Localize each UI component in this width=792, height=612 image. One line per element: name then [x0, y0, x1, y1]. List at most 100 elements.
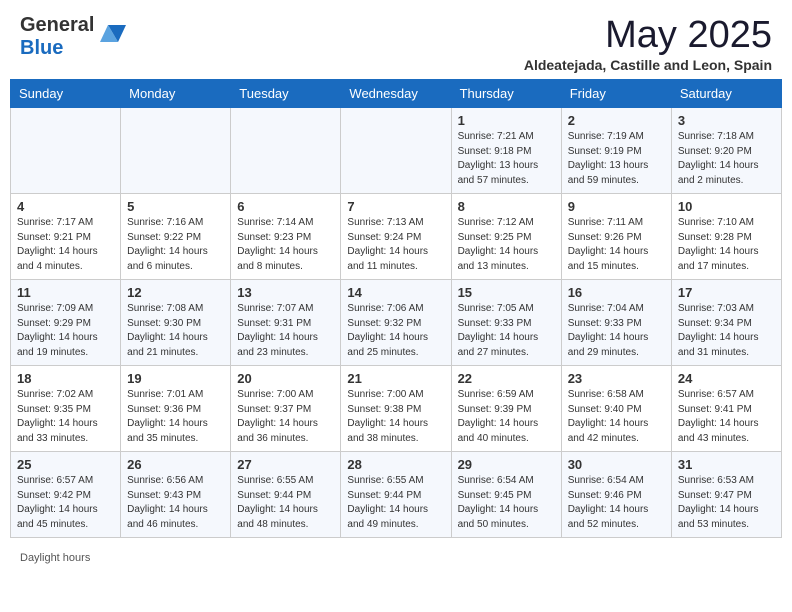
day-info: Sunrise: 6:55 AM Sunset: 9:44 PM Dayligh…: [237, 474, 334, 532]
day-number: 14: [347, 285, 444, 300]
day-info: Sunrise: 7:18 AM Sunset: 9:20 PM Dayligh…: [678, 130, 775, 188]
day-number: 16: [568, 285, 665, 300]
calendar-day: 16 Sunrise: 7:04 AM Sunset: 9:33 PM Dayli…: [561, 280, 671, 366]
month-title: May 2025: [524, 14, 772, 57]
day-number: 21: [347, 371, 444, 386]
day-info: Sunrise: 6:56 AM Sunset: 9:43 PM Dayligh…: [127, 474, 224, 532]
calendar-day: 10 Sunrise: 7:10 AM Sunset: 9:28 PM Dayli…: [671, 194, 781, 280]
calendar-day: 23Sunrise: 6:58 AM Sunset: 9:40 PM Dayli…: [561, 366, 671, 452]
calendar-wrapper: SundayMondayTuesdayWednesdayThursdayFrid…: [0, 79, 792, 548]
day-number: 13: [237, 285, 334, 300]
day-number: 15: [458, 285, 555, 300]
calendar-day: 2Sunrise: 7:19 AM Sunset: 9:19 PM Daylig…: [561, 108, 671, 194]
weekday-header: Saturday: [671, 80, 781, 108]
day-info: Sunrise: 6:57 AM Sunset: 9:42 PM Dayligh…: [17, 474, 114, 532]
calendar-day: 30 Sunrise: 6:54 AM Sunset: 9:46 PM Dayli…: [561, 452, 671, 538]
day-info: Sunrise: 6:59 AM Sunset: 9:39 PM Dayligh…: [458, 388, 555, 446]
logo: General Blue: [20, 14, 128, 60]
day-number: 18: [17, 371, 114, 386]
calendar-day: 22 Sunrise: 6:59 AM Sunset: 9:39 PM Dayli…: [451, 366, 561, 452]
day-number: 24: [678, 371, 775, 386]
day-info: Sunrise: 7:09 AM Sunset: 9:29 PM Dayligh…: [17, 302, 114, 360]
calendar-day: 14 Sunrise: 7:06 AM Sunset: 9:32 PM Dayli…: [341, 280, 451, 366]
day-info: Sunrise: 7:02 AM Sunset: 9:35 PM Dayligh…: [17, 388, 114, 446]
footer: Daylight hours: [0, 548, 792, 572]
calendar-day: 17 Sunrise: 7:03 AM Sunset: 9:34 PM Dayli…: [671, 280, 781, 366]
calendar-day: 11Sunrise: 7:09 AM Sunset: 9:29 PM Dayli…: [11, 280, 121, 366]
day-number: 1: [458, 113, 555, 128]
day-info: Sunrise: 7:12 AM Sunset: 9:25 PM Dayligh…: [458, 216, 555, 274]
day-info: Sunrise: 7:06 AM Sunset: 9:32 PM Dayligh…: [347, 302, 444, 360]
calendar-day: 26 Sunrise: 6:56 AM Sunset: 9:43 PM Dayli…: [121, 452, 231, 538]
calendar-day: 25 Sunrise: 6:57 AM Sunset: 9:42 PM Dayli…: [11, 452, 121, 538]
calendar-day: 20 Sunrise: 7:00 AM Sunset: 9:37 PM Dayli…: [231, 366, 341, 452]
calendar-day: 19 Sunrise: 7:01 AM Sunset: 9:36 PM Dayli…: [121, 366, 231, 452]
calendar-day: 12Sunrise: 7:08 AM Sunset: 9:30 PM Dayli…: [121, 280, 231, 366]
day-number: 20: [237, 371, 334, 386]
calendar-day: 15 Sunrise: 7:05 AM Sunset: 9:33 PM Dayli…: [451, 280, 561, 366]
day-info: Sunrise: 6:55 AM Sunset: 9:44 PM Dayligh…: [347, 474, 444, 532]
calendar-day: 29Sunrise: 6:54 AM Sunset: 9:45 PM Dayli…: [451, 452, 561, 538]
day-number: 10: [678, 199, 775, 214]
calendar-empty: [341, 108, 451, 194]
daylight-label: Daylight hours: [20, 552, 90, 564]
calendar-day: 27 Sunrise: 6:55 AM Sunset: 9:44 PM Dayli…: [231, 452, 341, 538]
weekday-header: Thursday: [451, 80, 561, 108]
logo-blue: Blue: [20, 37, 63, 59]
day-info: Sunrise: 7:01 AM Sunset: 9:36 PM Dayligh…: [127, 388, 224, 446]
calendar-day: 9Sunrise: 7:11 AM Sunset: 9:26 PM Daylig…: [561, 194, 671, 280]
day-info: Sunrise: 7:14 AM Sunset: 9:23 PM Dayligh…: [237, 216, 334, 274]
calendar-day: 6 Sunrise: 7:14 AM Sunset: 9:23 PM Daylig…: [231, 194, 341, 280]
day-number: 6: [237, 199, 334, 214]
calendar-empty: [121, 108, 231, 194]
day-number: 23: [568, 371, 665, 386]
day-info: Sunrise: 7:19 AM Sunset: 9:19 PM Dayligh…: [568, 130, 665, 188]
day-info: Sunrise: 6:57 AM Sunset: 9:41 PM Dayligh…: [678, 388, 775, 446]
calendar-empty: [11, 108, 121, 194]
day-number: 30: [568, 457, 665, 472]
day-number: 7: [347, 199, 444, 214]
day-number: 22: [458, 371, 555, 386]
calendar-day: 18 Sunrise: 7:02 AM Sunset: 9:35 PM Dayli…: [11, 366, 121, 452]
calendar-empty: [231, 108, 341, 194]
logo-text-block: General Blue: [20, 14, 94, 60]
day-info: Sunrise: 7:11 AM Sunset: 9:26 PM Dayligh…: [568, 216, 665, 274]
location: Aldeatejada, Castille and Leon, Spain: [524, 57, 772, 73]
weekday-header: Tuesday: [231, 80, 341, 108]
day-info: Sunrise: 7:10 AM Sunset: 9:28 PM Dayligh…: [678, 216, 775, 274]
header: General Blue May 2025 Aldeatejada, Casti…: [0, 0, 792, 79]
day-info: Sunrise: 6:54 AM Sunset: 9:46 PM Dayligh…: [568, 474, 665, 532]
day-info: Sunrise: 7:13 AM Sunset: 9:24 PM Dayligh…: [347, 216, 444, 274]
day-info: Sunrise: 7:00 AM Sunset: 9:37 PM Dayligh…: [237, 388, 334, 446]
day-info: Sunrise: 7:03 AM Sunset: 9:34 PM Dayligh…: [678, 302, 775, 360]
day-number: 31: [678, 457, 775, 472]
day-info: Sunrise: 7:00 AM Sunset: 9:38 PM Dayligh…: [347, 388, 444, 446]
day-info: Sunrise: 7:04 AM Sunset: 9:33 PM Dayligh…: [568, 302, 665, 360]
title-block: May 2025 Aldeatejada, Castille and Leon,…: [524, 14, 772, 73]
calendar-day: 13 Sunrise: 7:07 AM Sunset: 9:31 PM Dayli…: [231, 280, 341, 366]
weekday-header: Sunday: [11, 80, 121, 108]
calendar-week-row: 18 Sunrise: 7:02 AM Sunset: 9:35 PM Dayli…: [11, 366, 782, 452]
day-number: 25: [17, 457, 114, 472]
day-number: 27: [237, 457, 334, 472]
calendar-week-row: 25 Sunrise: 6:57 AM Sunset: 9:42 PM Dayli…: [11, 452, 782, 538]
day-info: Sunrise: 6:54 AM Sunset: 9:45 PM Dayligh…: [458, 474, 555, 532]
calendar-day: 31 Sunrise: 6:53 AM Sunset: 9:47 PM Dayli…: [671, 452, 781, 538]
calendar-day: 5Sunrise: 7:16 AM Sunset: 9:22 PM Daylig…: [121, 194, 231, 280]
day-number: 17: [678, 285, 775, 300]
day-number: 3: [678, 113, 775, 128]
day-number: 19: [127, 371, 224, 386]
day-info: Sunrise: 7:16 AM Sunset: 9:22 PM Dayligh…: [127, 216, 224, 274]
calendar-week-row: 4Sunrise: 7:17 AM Sunset: 9:21 PM Daylig…: [11, 194, 782, 280]
day-number: 28: [347, 457, 444, 472]
day-info: Sunrise: 7:05 AM Sunset: 9:33 PM Dayligh…: [458, 302, 555, 360]
day-info: Sunrise: 6:53 AM Sunset: 9:47 PM Dayligh…: [678, 474, 775, 532]
calendar-week-row: 1Sunrise: 7:21 AM Sunset: 9:18 PM Daylig…: [11, 108, 782, 194]
logo-icon: [98, 20, 128, 55]
calendar-week-row: 11Sunrise: 7:09 AM Sunset: 9:29 PM Dayli…: [11, 280, 782, 366]
day-info: Sunrise: 7:07 AM Sunset: 9:31 PM Dayligh…: [237, 302, 334, 360]
calendar-header: SundayMondayTuesdayWednesdayThursdayFrid…: [11, 80, 782, 108]
calendar-table: SundayMondayTuesdayWednesdayThursdayFrid…: [10, 79, 782, 538]
calendar-day: 24 Sunrise: 6:57 AM Sunset: 9:41 PM Dayli…: [671, 366, 781, 452]
day-number: 26: [127, 457, 224, 472]
